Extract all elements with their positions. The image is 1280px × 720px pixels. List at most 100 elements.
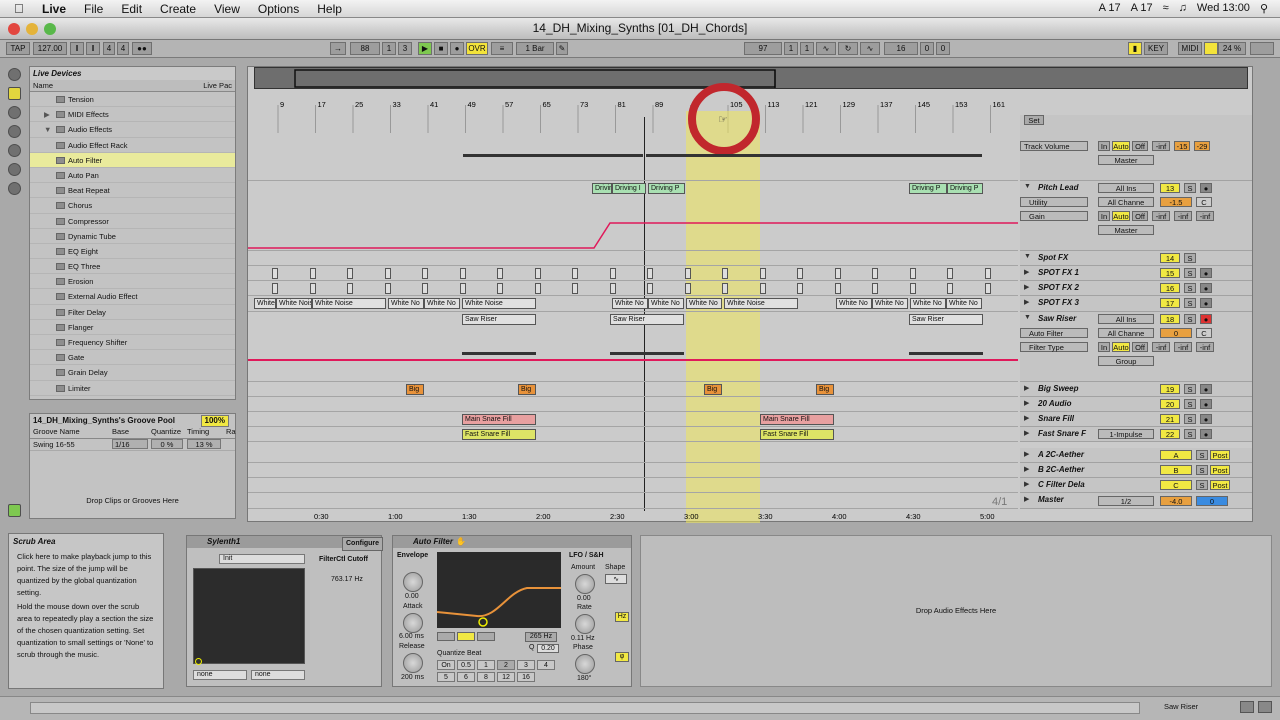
track-number[interactable]: 14 [1160,253,1180,263]
solo-button[interactable]: S [1184,314,1196,324]
off-button[interactable]: Off [1132,211,1148,221]
browser-item[interactable]: Limiter [30,381,235,396]
quantize-menu[interactable]: 1 Bar [516,42,554,55]
arm-icon[interactable]: ● [1200,414,1212,424]
quantize-beat-button[interactable]: 6 [457,672,475,682]
xy-y-select[interactable]: none [251,670,305,680]
library-icon[interactable] [8,125,21,138]
clip-white-noise[interactable]: White No [424,298,460,309]
track-number[interactable]: 20 [1160,399,1180,409]
browser-item[interactable]: Dynamic Tube [30,229,235,244]
track-saw-riser[interactable]: ▼ Saw Riser All Ins 18 S ● Auto Filter Al… [1020,312,1252,382]
clip-white-noise[interactable]: White Noise [312,298,386,309]
clip-spot-fx[interactable] [722,283,728,294]
folder2-icon[interactable] [8,163,21,176]
loop-icon[interactable]: ↻ [838,42,858,55]
menu-app[interactable]: Live [42,2,66,16]
nudge-icon[interactable]: ‖ [70,42,84,55]
volume-icon[interactable]: ♫ [1179,2,1187,15]
fold-icon[interactable]: ▶ [1024,414,1029,422]
quantize-beat-button[interactable]: On [437,660,455,670]
track-spot-fx1[interactable]: ▶ SPOT FX 1 15 S ● [1020,266,1252,281]
track-number[interactable]: 13 [1160,183,1180,193]
menu-create[interactable]: Create [160,2,196,16]
clip-spot-fx[interactable] [497,283,503,294]
lane-20-audio[interactable] [248,397,1018,412]
highpass-icon[interactable] [477,632,496,641]
clip-spot-fx[interactable] [272,283,278,294]
lane-spot-fx[interactable] [248,251,1018,266]
post-button[interactable]: Post [1210,450,1230,460]
clip-white-noise[interactable]: White No [946,298,982,309]
metronome-button[interactable]: ●● [132,42,152,55]
quantize-beat-button[interactable]: 4 [537,660,555,670]
clip-white-noise[interactable]: White Noise [276,298,312,309]
master-volume[interactable]: -4.0 [1160,496,1192,506]
loop-len-six[interactable]: 0 [936,42,950,55]
stop-icon[interactable]: ■ [434,42,448,55]
arm-icon[interactable]: ● [1200,399,1212,409]
lane-spot-fx1[interactable] [248,266,1018,281]
clip-white-noise[interactable]: White No [612,298,648,309]
return-letter[interactable]: B [1160,465,1192,475]
loop-len-beats[interactable]: 0 [920,42,934,55]
gain-select[interactable]: Gain [1020,211,1088,221]
return-letter[interactable]: C [1160,480,1192,490]
clip-spot-fx[interactable] [684,268,691,279]
timing-field[interactable]: 13 % [187,439,221,449]
output-select[interactable]: Master [1098,225,1154,235]
zoom-icon[interactable] [44,23,56,35]
base-select[interactable]: 1/16 [112,439,148,449]
browser-item[interactable]: Compressor [30,214,235,229]
env-amount-knob[interactable] [403,572,423,592]
loop-start-six[interactable]: 1 [800,42,814,55]
track-number[interactable]: 22 [1160,429,1180,439]
track-spot-fx[interactable]: ▼ Spot FX 14 S [1020,251,1252,266]
solo-button[interactable]: S [1184,183,1196,193]
col-place[interactable]: Live Pac [203,80,232,92]
sig-num[interactable]: 4 [103,42,115,55]
filter-type-buttons[interactable] [437,632,517,642]
utility-select[interactable]: Utility [1020,197,1088,207]
solo-button[interactable]: S [1184,283,1196,293]
clip-spot-fx[interactable] [684,283,691,294]
device-view-icon[interactable] [1258,701,1272,713]
lane-return-a[interactable] [248,448,1018,463]
clip-white-noise[interactable]: White No [836,298,872,309]
clip-white-noise[interactable]: White No [872,298,908,309]
clip-spot-fx[interactable] [572,268,578,279]
arm-icon[interactable]: ● [1200,183,1212,193]
menu-file[interactable]: File [84,2,103,16]
clip-spot-fx[interactable] [647,283,653,294]
clip-spot-fx[interactable] [947,283,953,294]
track-number[interactable]: 15 [1160,268,1180,278]
track-return-c[interactable]: ▶ C Filter Dela C S Post [1020,478,1252,493]
track-big-sweep[interactable]: ▶ Big Sweep 19 S ● [1020,382,1252,397]
beat-ruler[interactable]: 9 17 25 33 41 49 57 65 73 81 89 97 105 113 121 129 137 14… [248,97,1018,133]
quantize-beat-button[interactable]: 3 [517,660,535,670]
browser-item[interactable]: Audio Effect Rack [30,138,235,153]
loop-start-bars[interactable]: 97 [744,42,782,55]
play-icon[interactable]: ▶ [418,42,432,55]
off-button[interactable]: Off [1132,141,1148,151]
clip-fast-snare[interactable]: Fast Snare Fill [462,429,536,440]
clip-spot-fx[interactable] [909,268,916,279]
lane-spot-fx2[interactable] [248,281,1018,296]
sig-den[interactable]: 4 [117,42,129,55]
pan-field[interactable]: C [1196,328,1212,338]
clip-spot-fx[interactable] [722,268,728,279]
fold-icon[interactable]: ▶ [1024,283,1029,291]
track-snare-fill[interactable]: ▶ Snare Fill 21 S ● [1020,412,1252,427]
spotlight-icon[interactable]: ⚲ [1260,2,1268,15]
clip-spot-fx[interactable] [497,268,503,279]
clip-main-snare[interactable]: Main Snare Fill [760,414,834,425]
browser-item[interactable]: Grain Delay [30,365,235,381]
preset-select[interactable]: Init [219,554,305,564]
clip-spot-fx[interactable] [347,268,353,279]
browser-item[interactable]: Auto Pan [30,168,235,184]
clip-big[interactable]: Big [518,384,536,395]
fold-icon[interactable]: ▶ [1024,495,1029,503]
pos-sixteenths[interactable]: 3 [398,42,412,55]
solo-button[interactable]: S [1196,465,1208,475]
clip-spot-fx[interactable] [872,283,878,294]
